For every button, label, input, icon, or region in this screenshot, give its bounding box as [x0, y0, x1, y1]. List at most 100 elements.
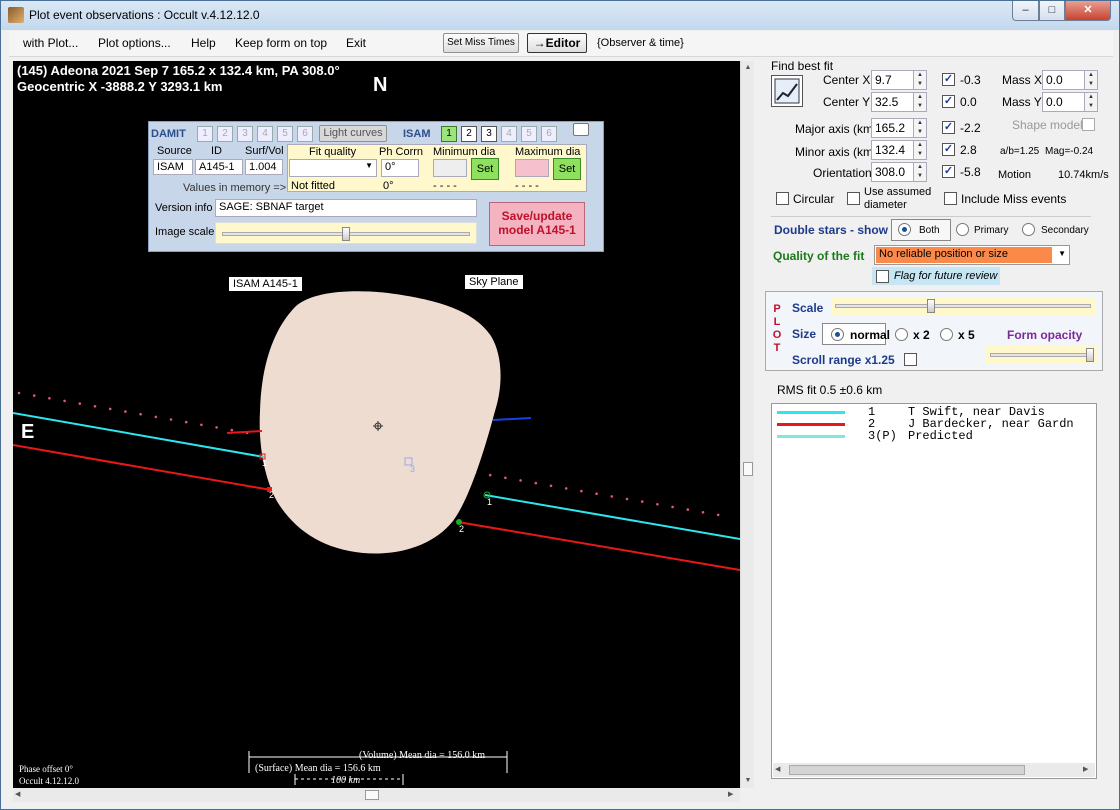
- damit-model-5[interactable]: 5: [277, 126, 293, 142]
- max-dia-memory: - - - -: [515, 180, 539, 192]
- chord-label-2-start: 2: [269, 490, 275, 500]
- damit-model-4[interactable]: 4: [257, 126, 273, 142]
- mass-y-spinner[interactable]: ▲ ▼: [1084, 92, 1098, 112]
- center-y-spinner[interactable]: ▲ ▼: [913, 92, 927, 112]
- primary-radio[interactable]: [956, 223, 969, 236]
- orientation-delta: -5.8: [960, 165, 981, 179]
- scroll-down-icon[interactable]: ▼: [742, 774, 754, 788]
- maximize-button[interactable]: □: [1039, 1, 1065, 21]
- size-x5-radio[interactable]: [940, 328, 953, 341]
- max-dia-set-button[interactable]: Set: [553, 158, 581, 180]
- image-scale-slider[interactable]: [215, 222, 477, 244]
- fit-quality-select[interactable]: ▼: [289, 159, 377, 177]
- isam-model-6[interactable]: 6: [541, 126, 557, 142]
- damit-model-6[interactable]: 6: [297, 126, 313, 142]
- min-dia-input[interactable]: [433, 159, 467, 177]
- form-opacity-thumb[interactable]: [1086, 348, 1094, 362]
- center-y-checkbox[interactable]: ✓: [942, 95, 955, 108]
- mass-x-spinner[interactable]: ▲ ▼: [1084, 70, 1098, 90]
- scroll-left-icon[interactable]: ◀: [15, 788, 20, 802]
- mass-x-input[interactable]: 0.0: [1042, 70, 1086, 90]
- predicted-path-dot: [610, 495, 614, 498]
- menu-with-plot[interactable]: with Plot...: [23, 36, 78, 50]
- legend-scroll-left-icon[interactable]: ◀: [775, 763, 780, 777]
- isam-model-4[interactable]: 4: [501, 126, 517, 142]
- light-curves-button[interactable]: Light curves: [319, 125, 387, 142]
- orientation-checkbox[interactable]: ✓: [942, 165, 955, 178]
- horizontal-scroll-thumb[interactable]: [365, 790, 379, 800]
- max-dia-input[interactable]: [515, 159, 549, 177]
- both-radio[interactable]: [898, 223, 911, 236]
- damit-model-3[interactable]: 3: [237, 126, 253, 142]
- chord-label-1-end: 1: [487, 497, 493, 507]
- major-axis-delta: -2.2: [960, 121, 981, 135]
- isam-model-2[interactable]: 2: [461, 126, 477, 142]
- plot-vertical-scrollbar[interactable]: ▲ ▼: [740, 61, 754, 788]
- include-miss-checkbox[interactable]: [944, 192, 957, 205]
- volume-dia-label: (Volume) Mean dia = 156.0 km: [359, 750, 485, 761]
- minor-axis-spinner[interactable]: ▲ ▼: [913, 140, 927, 160]
- isam-model-1[interactable]: 1: [441, 126, 457, 142]
- size-label: Size: [792, 327, 817, 341]
- major-axis-input[interactable]: 165.2: [871, 118, 915, 138]
- use-assumed-checkbox[interactable]: [847, 192, 860, 205]
- scale-slider[interactable]: [831, 297, 1095, 315]
- form-opacity-slider[interactable]: [986, 346, 1098, 364]
- center-x-spinner[interactable]: ▲ ▼: [913, 70, 927, 90]
- minor-axis-checkbox[interactable]: ✓: [942, 143, 955, 156]
- close-button[interactable]: ✕: [1065, 1, 1111, 21]
- damit-model-1[interactable]: 1: [197, 126, 213, 142]
- find-best-fit-button[interactable]: [771, 75, 803, 107]
- circular-checkbox[interactable]: [776, 192, 789, 205]
- minor-axis-input[interactable]: 132.4: [871, 140, 915, 160]
- mass-y-input[interactable]: 0.0: [1042, 92, 1086, 112]
- save-update-model-button[interactable]: Save/update model A145-1: [489, 202, 585, 246]
- image-scale-thumb[interactable]: [342, 227, 350, 241]
- center-x-label: Center X: [823, 73, 871, 87]
- plot-canvas[interactable]: (145) Adeona 2021 Sep 7 165.2 x 132.4 km…: [13, 61, 740, 788]
- plot-horizontal-scrollbar[interactable]: ◀ ▶: [13, 788, 740, 802]
- legend-scroll-thumb[interactable]: [789, 765, 1025, 775]
- vertical-scroll-thumb[interactable]: [743, 462, 753, 476]
- min-dia-memory: - - - -: [433, 180, 457, 192]
- orientation-input[interactable]: 308.0: [871, 162, 915, 182]
- scroll-right-icon[interactable]: ▶: [728, 788, 733, 802]
- scroll-up-icon[interactable]: ▲: [742, 61, 754, 75]
- observer-time-label[interactable]: {Observer & time}: [597, 37, 684, 49]
- title-bar[interactable]: Plot event observations : Occult v.4.12.…: [1, 1, 1119, 30]
- scroll-range-checkbox[interactable]: [904, 353, 917, 366]
- flag-review-checkbox[interactable]: [876, 270, 889, 283]
- menu-help[interactable]: Help: [191, 36, 216, 50]
- orientation-label: Orientation: [813, 166, 872, 180]
- shape-model-checkbox[interactable]: [1082, 118, 1095, 131]
- quality-of-fit-select[interactable]: No reliable position or size ▼: [874, 245, 1070, 265]
- legend-scroll-right-icon[interactable]: ▶: [1083, 763, 1088, 777]
- scale-bar-label: 100 km: [331, 775, 361, 786]
- center-y-input[interactable]: 32.5: [871, 92, 915, 112]
- damit-model-2[interactable]: 2: [217, 126, 233, 142]
- set-miss-times-button[interactable]: Set Miss Times: [443, 33, 519, 53]
- isam-model-3[interactable]: 3: [481, 126, 497, 142]
- min-dia-set-button[interactable]: Set: [471, 158, 499, 180]
- menu-keep-on-top[interactable]: Keep form on top: [235, 36, 327, 50]
- center-x-input[interactable]: 9.7: [871, 70, 915, 90]
- menu-exit[interactable]: Exit: [346, 36, 366, 50]
- scale-slider-thumb[interactable]: [926, 299, 935, 313]
- size-x2-radio[interactable]: [895, 328, 908, 341]
- size-normal-radio[interactable]: [831, 328, 844, 341]
- major-axis-spinner[interactable]: ▲ ▼: [913, 118, 927, 138]
- isam-model-5[interactable]: 5: [521, 126, 537, 142]
- center-x-checkbox[interactable]: ✓: [942, 73, 955, 86]
- orientation-spinner[interactable]: ▲ ▼: [913, 162, 927, 182]
- panel-collapse-button[interactable]: [573, 123, 589, 136]
- legend-horizontal-scrollbar[interactable]: ◀ ▶: [773, 763, 1095, 777]
- menu-plot-options[interactable]: Plot options...: [98, 36, 171, 50]
- observer-legend-list[interactable]: 1 T Swift, near Davis 2 J Bardecker, nea…: [771, 403, 1097, 779]
- editor-button[interactable]: →Editor: [527, 33, 587, 53]
- minimize-button[interactable]: –: [1012, 1, 1039, 21]
- ph-corrn-input[interactable]: 0°: [381, 159, 419, 177]
- secondary-radio[interactable]: [1022, 223, 1035, 236]
- predicted-path-dot: [625, 497, 629, 501]
- size-x5-label: x 5: [958, 328, 975, 342]
- major-axis-checkbox[interactable]: ✓: [942, 121, 955, 134]
